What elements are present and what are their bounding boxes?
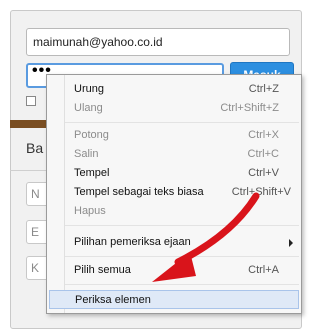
annotation-arrow-icon	[152, 192, 260, 282]
